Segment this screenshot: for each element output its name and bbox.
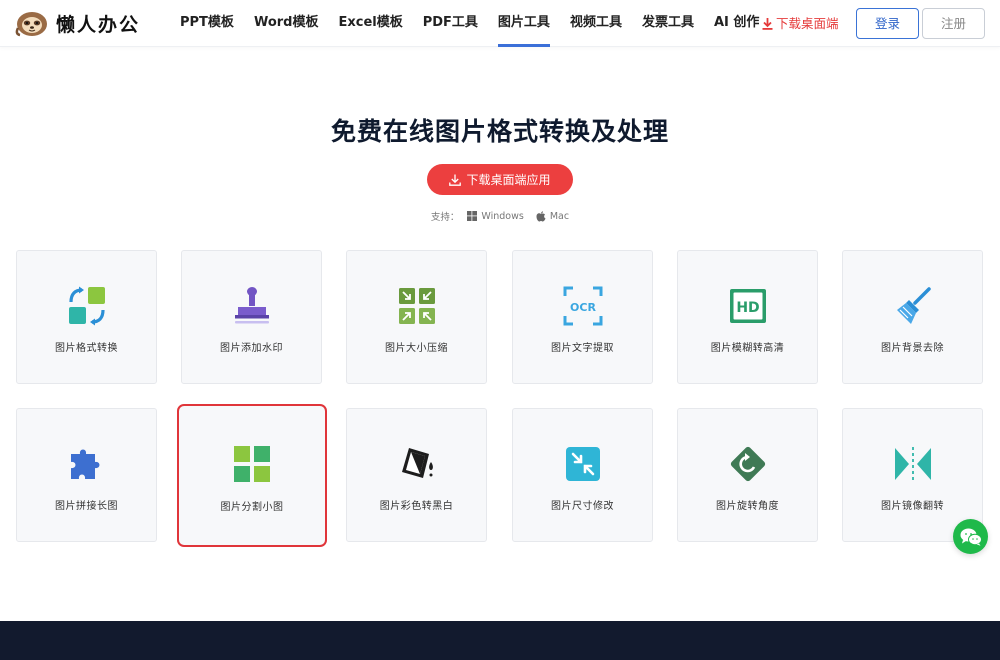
nav-image-tools[interactable]: 图片工具: [497, 0, 550, 47]
rotate-icon: [730, 446, 765, 482]
nav-invoice-tools[interactable]: 发票工具: [642, 0, 694, 47]
tool-card-remove-background[interactable]: 图片背景去除: [842, 250, 983, 384]
tool-card-ocr[interactable]: OCR 图片文字提取: [512, 250, 653, 384]
nav-excel-templates[interactable]: Excel模板: [338, 0, 402, 47]
platform-support: 支持： Windows Mac: [0, 209, 1000, 224]
page-title: 免费在线图片格式转换及处理: [330, 117, 669, 146]
nav-video-tools[interactable]: 视频工具: [570, 0, 622, 47]
support-label: 支持：: [430, 212, 460, 223]
download-desktop-app-button[interactable]: 下载桌面端应用: [427, 164, 573, 195]
tool-label: 图片文字提取: [551, 343, 614, 354]
page-footer: [0, 621, 1000, 660]
sloth-logo-icon: [15, 12, 47, 37]
svg-text:OCR: OCR: [570, 301, 596, 314]
windows-icon: [467, 211, 478, 221]
tool-card-stitch-long[interactable]: 图片拼接长图: [16, 408, 157, 542]
paint-bucket-icon: [401, 448, 433, 478]
tool-label: 图片添加水印: [220, 343, 283, 354]
os-windows-label: Windows: [481, 210, 524, 222]
apple-icon: [536, 210, 546, 222]
wechat-icon: [960, 528, 982, 546]
download-desktop-app-label: 下载桌面端应用: [466, 173, 551, 187]
tool-card-format-convert[interactable]: 图片格式转换: [16, 250, 157, 384]
nav-pdf-tools[interactable]: PDF工具: [423, 0, 478, 47]
download-icon: [449, 174, 462, 186]
tool-label: 图片模糊转高清: [710, 343, 785, 354]
login-button[interactable]: 登录: [856, 8, 919, 39]
download-desktop-link[interactable]: 下载桌面端: [762, 0, 839, 47]
tool-label: 图片彩色转黑白: [379, 501, 454, 512]
tool-label: 图片格式转换: [55, 343, 118, 354]
tool-card-split-grid[interactable]: 图片分割小图: [177, 404, 327, 547]
download-desktop-label: 下载桌面端: [776, 15, 839, 31]
os-windows: Windows: [467, 210, 524, 222]
stamp-icon: [234, 287, 269, 324]
top-navbar: 懒人办公 PPT模板 Word模板 Excel模板 PDF工具 图片工具 视频工…: [0, 0, 1000, 47]
tool-label: 图片背景去除: [881, 343, 944, 354]
tool-label: 图片旋转角度: [716, 501, 779, 512]
tool-card-rotate[interactable]: 图片旋转角度: [677, 408, 818, 542]
tool-card-grayscale[interactable]: 图片彩色转黑白: [346, 408, 487, 542]
tool-label: 图片尺寸修改: [551, 501, 614, 512]
hd-icon: HD: [729, 289, 766, 323]
tool-card-compress[interactable]: 图片大小压缩: [346, 250, 487, 384]
tool-card-hd[interactable]: HD 图片模糊转高清: [677, 250, 818, 384]
nav-ppt-templates[interactable]: PPT模板: [180, 0, 234, 47]
mirror-icon: [894, 447, 931, 481]
nav-ai-create[interactable]: AI 创作: [714, 0, 759, 47]
puzzle-icon: [70, 449, 99, 479]
tool-label: 图片镜像翻转: [881, 501, 944, 512]
main-nav: PPT模板 Word模板 Excel模板 PDF工具 图片工具 视频工具 发票工…: [170, 0, 769, 47]
tool-card-resize[interactable]: 图片尺寸修改: [512, 408, 653, 542]
register-button[interactable]: 注册: [922, 8, 985, 39]
compress-icon: [398, 288, 435, 324]
broom-icon: [896, 287, 931, 324]
format-convert-icon: [68, 286, 105, 326]
os-mac-label: Mac: [549, 210, 570, 222]
wechat-chat-button[interactable]: [953, 519, 988, 554]
download-icon: [762, 17, 773, 30]
tool-card-add-watermark[interactable]: 图片添加水印: [181, 250, 322, 384]
os-mac: Mac: [536, 211, 569, 222]
nav-word-templates[interactable]: Word模板: [254, 0, 319, 47]
ocr-icon: OCR: [563, 286, 602, 326]
tool-label: 图片拼接长图: [55, 501, 118, 512]
tool-label: 图片分割小图: [220, 502, 284, 513]
tool-label: 图片大小压缩: [385, 343, 448, 354]
resize-icon: [565, 447, 600, 481]
logo-text: 懒人办公: [56, 13, 141, 36]
site-logo[interactable]: 懒人办公: [14, 8, 140, 38]
grid-split-icon: [234, 446, 270, 482]
svg-text:HD: HD: [736, 300, 759, 316]
